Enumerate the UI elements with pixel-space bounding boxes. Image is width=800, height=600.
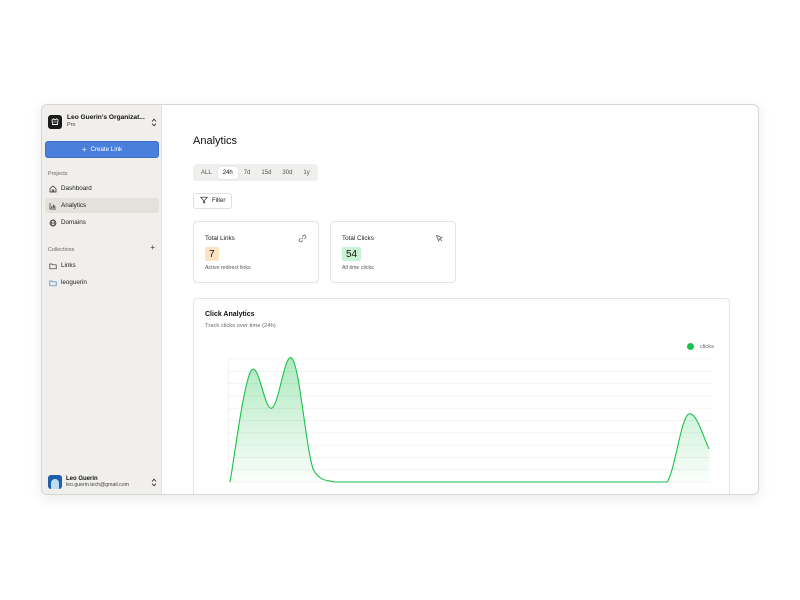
collection-item-label: leoguerin (61, 279, 87, 286)
total-links-value: 7 (205, 247, 219, 261)
projects-label: Projects (48, 171, 68, 177)
tab-7d[interactable]: 7d (239, 167, 256, 179)
card-subtitle: All time clicks (342, 265, 374, 271)
user-email: leo.guerin.tech@gmail.com (66, 482, 129, 489)
filter-button[interactable]: Filter (193, 193, 233, 209)
globe-icon (48, 218, 57, 227)
main-content: Analytics ALL 24h 7d 15d 30d 1y Filter T… (162, 105, 758, 494)
chevron-up-down-icon (150, 477, 158, 487)
chart-subtitle: Track clicks over time (24h) (205, 323, 276, 329)
card-subtitle: Active redirect links (205, 265, 251, 271)
org-switcher[interactable]: Leo Guerin's Organizat... Pro (48, 111, 158, 133)
user-menu[interactable]: Leo Guerin leo.guerin.tech@gmail.com (48, 473, 158, 491)
link-icon (298, 234, 307, 243)
sidebar: Leo Guerin's Organizat... Pro + Create L… (42, 105, 162, 494)
page-title: Analytics (193, 135, 238, 147)
collection-item-label: Links (61, 262, 76, 269)
avatar (48, 475, 62, 489)
org-logo-icon (48, 115, 62, 129)
tab-1y[interactable]: 1y (298, 167, 314, 179)
bar-chart-icon (48, 201, 57, 210)
collection-item-leoguerin[interactable]: leoguerin (45, 275, 159, 290)
total-links-card: Total Links 7 Active redirect links (193, 221, 319, 283)
legend-label: clicks (699, 343, 714, 350)
folder-icon (48, 261, 57, 270)
sidebar-item-label: Dashboard (61, 185, 92, 192)
filter-icon (200, 196, 208, 206)
add-collection-button[interactable]: + (150, 244, 155, 252)
user-name: Leo Guerin (66, 475, 98, 482)
create-link-button[interactable]: + Create Link (45, 141, 159, 158)
sidebar-item-label: Domains (61, 219, 86, 226)
chart-title: Click Analytics (205, 311, 255, 318)
sidebar-item-domains[interactable]: Domains (45, 215, 159, 230)
card-title: Total Clicks (342, 235, 374, 242)
plus-icon: + (81, 144, 87, 154)
create-link-label: Create Link (90, 146, 123, 153)
org-plan: Pro (67, 122, 76, 129)
filter-label: Filter (212, 198, 226, 204)
org-name: Leo Guerin's Organizat... (67, 114, 145, 122)
chevron-up-down-icon (150, 117, 158, 127)
card-title: Total Links (205, 235, 235, 242)
tab-30d[interactable]: 30d (277, 167, 297, 179)
tab-all[interactable]: ALL (196, 167, 217, 179)
home-icon (48, 184, 57, 193)
sidebar-item-dashboard[interactable]: Dashboard (45, 181, 159, 196)
collection-item-links[interactable]: Links (45, 258, 159, 273)
tab-15d[interactable]: 15d (256, 167, 276, 179)
sidebar-item-label: Analytics (61, 202, 87, 209)
collections-label: Collections (48, 247, 75, 253)
sidebar-item-analytics[interactable]: Analytics (45, 198, 159, 213)
folder-icon (48, 278, 57, 287)
tab-24h[interactable]: 24h (217, 166, 238, 179)
clicks-area (230, 357, 709, 482)
total-clicks-value: 54 (342, 247, 362, 261)
click-area-chart (228, 357, 711, 483)
chart-legend: clicks (686, 343, 714, 350)
click-analytics-card: Click Analytics Track clicks over time (… (193, 298, 730, 494)
legend-dot (686, 343, 694, 350)
cursor-icon (435, 234, 444, 243)
time-range-tabs: ALL 24h 7d 15d 30d 1y (193, 164, 318, 181)
app-window: Leo Guerin's Organizat... Pro + Create L… (41, 104, 759, 495)
total-clicks-card: Total Clicks 54 All time clicks (330, 221, 456, 283)
